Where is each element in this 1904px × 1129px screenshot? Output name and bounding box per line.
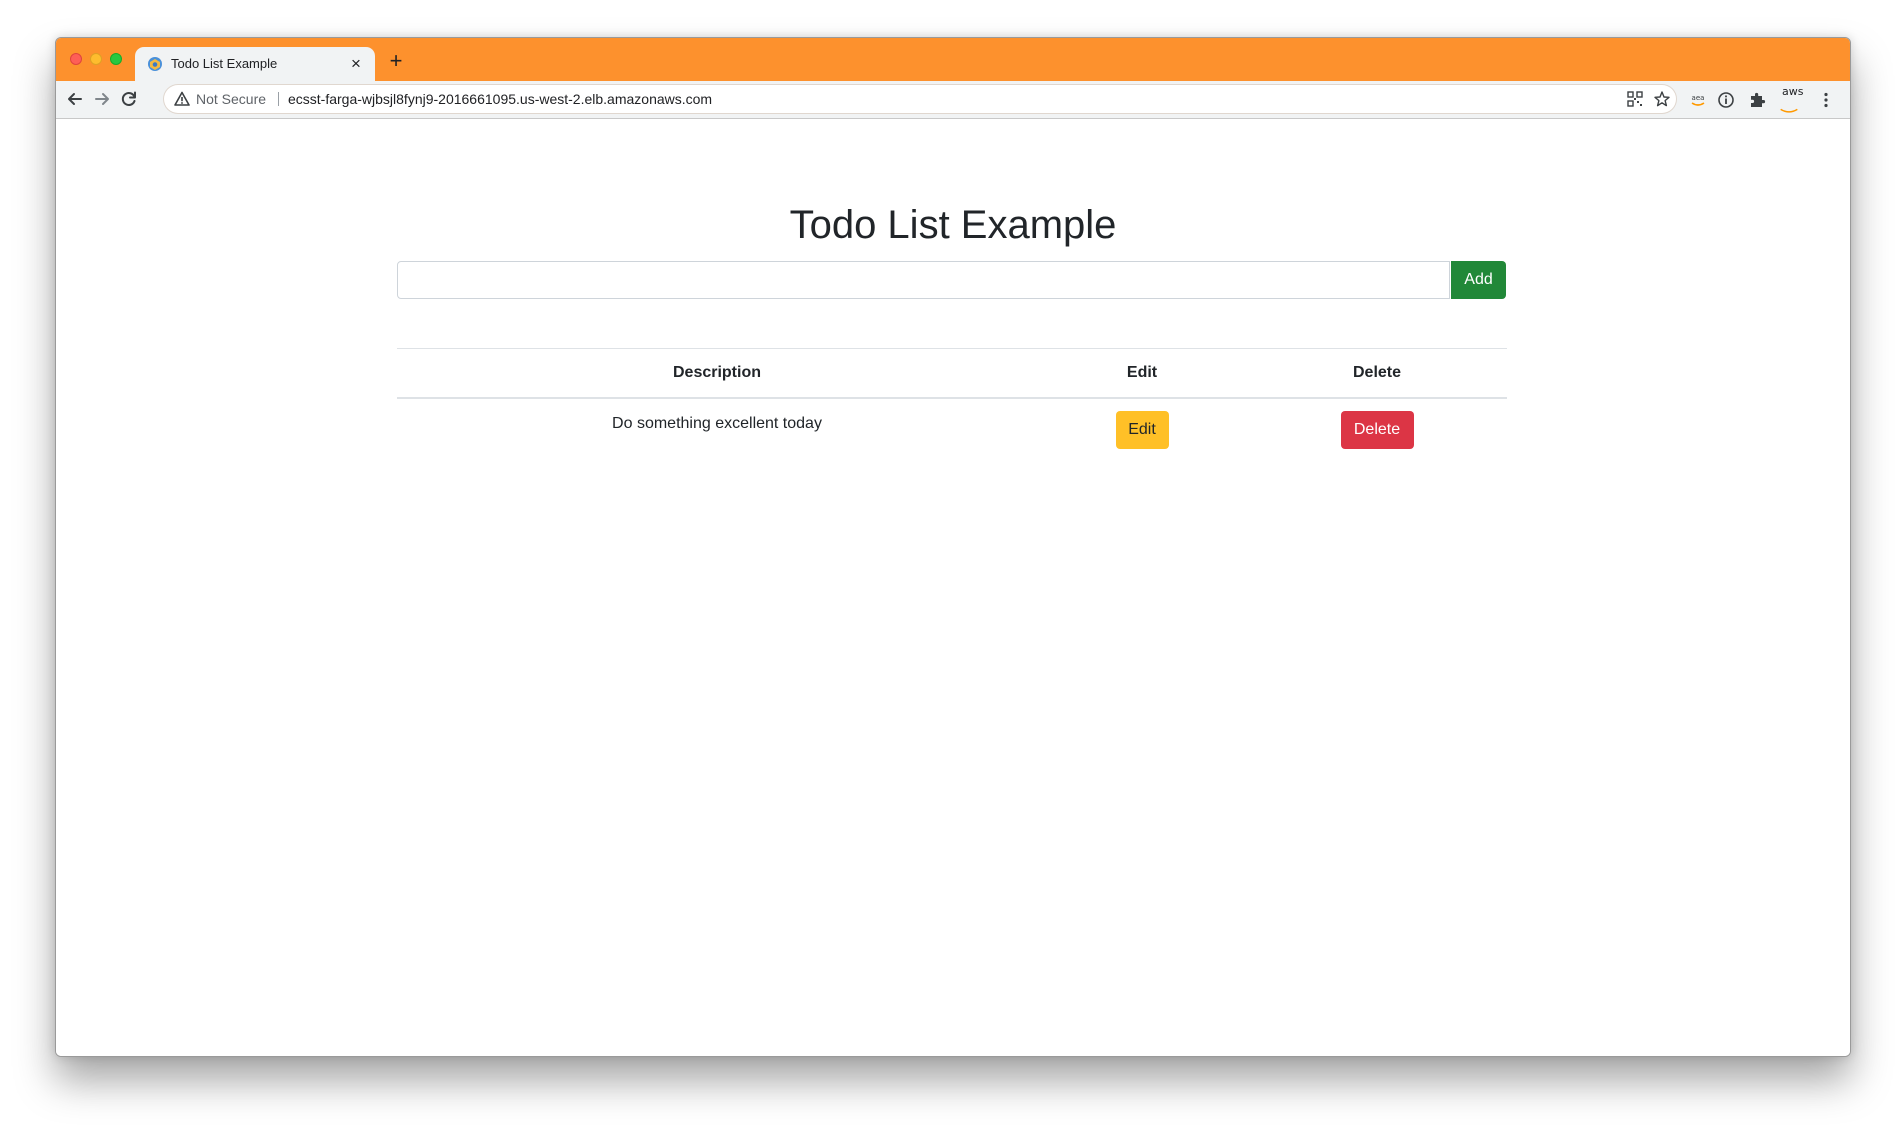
todo-table: Description Edit Delete Do something exc… bbox=[397, 348, 1507, 463]
close-icon[interactable]: × bbox=[347, 55, 365, 73]
browser-toolbar: Not Secure ecsst-farga-wjbsjl8fynj9-2016… bbox=[56, 81, 1850, 119]
tab-title: Todo List Example bbox=[171, 56, 278, 71]
delete-cell: Delete bbox=[1247, 398, 1507, 463]
star-icon[interactable] bbox=[1653, 90, 1671, 108]
back-arrow-icon[interactable] bbox=[64, 88, 86, 110]
menu-dots-icon[interactable] bbox=[1816, 90, 1836, 110]
svg-text:aea: aea bbox=[1692, 94, 1705, 102]
delete-button[interactable]: Delete bbox=[1340, 411, 1414, 449]
todo-description: Do something excellent today bbox=[612, 415, 822, 432]
header-description: Description bbox=[397, 348, 1037, 399]
browser-window: Todo List Example × + Not Secure ecsst-f… bbox=[55, 37, 1851, 1057]
header-edit: Edit bbox=[1037, 348, 1247, 399]
extension-icon[interactable]: aea bbox=[1688, 90, 1708, 110]
url-text[interactable]: ecsst-farga-wjbsjl8fynj9-2016661095.us-w… bbox=[288, 91, 712, 107]
page-title: Todo List Example bbox=[789, 203, 1117, 247]
edit-button[interactable]: Edit bbox=[1115, 411, 1169, 449]
edit-cell: Edit bbox=[1037, 398, 1247, 463]
tab-strip: Todo List Example × + bbox=[56, 38, 1850, 81]
close-window-button[interactable] bbox=[70, 53, 82, 65]
favicon-icon bbox=[147, 56, 163, 72]
page-content: Todo List Example Add Description Edit D… bbox=[56, 119, 1850, 1056]
tab-todo-list[interactable]: Todo List Example × bbox=[135, 47, 375, 81]
info-icon[interactable] bbox=[1716, 90, 1736, 110]
table-header-row: Description Edit Delete bbox=[397, 348, 1507, 399]
warning-icon[interactable] bbox=[174, 91, 190, 107]
address-bar[interactable]: Not Secure ecsst-farga-wjbsjl8fynj9-2016… bbox=[164, 85, 1676, 113]
new-tab-button[interactable]: + bbox=[384, 49, 408, 73]
header-delete: Delete bbox=[1247, 348, 1507, 399]
divider bbox=[278, 92, 279, 106]
security-label[interactable]: Not Secure bbox=[196, 91, 266, 107]
table-row: Do something excellent today Edit Delete bbox=[397, 398, 1507, 463]
reload-icon[interactable] bbox=[118, 88, 140, 110]
minimize-window-button[interactable] bbox=[90, 53, 102, 65]
puzzle-icon[interactable] bbox=[1747, 90, 1767, 110]
todo-input[interactable] bbox=[397, 261, 1450, 299]
aws-icon[interactable]: aws bbox=[1782, 85, 1803, 98]
aws-smile-icon bbox=[1779, 101, 1803, 113]
forward-arrow-icon[interactable] bbox=[91, 88, 113, 110]
description-cell: Do something excellent today bbox=[397, 398, 1037, 463]
maximize-window-button[interactable] bbox=[110, 53, 122, 65]
qr-code-icon[interactable] bbox=[1626, 90, 1644, 108]
add-button[interactable]: Add bbox=[1451, 261, 1506, 299]
